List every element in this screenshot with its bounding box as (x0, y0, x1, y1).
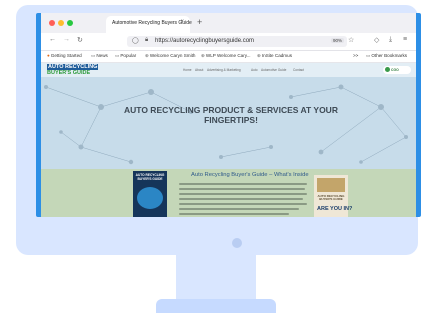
globe-icon: ⊕ (145, 53, 149, 58)
hero-banner: AUTO RECYCLING PRODUCT & SERVICES AT YOU… (41, 77, 416, 169)
monitor-frame: Automotive Recycling Buyers Guide × + ← … (16, 5, 421, 255)
shield-icon[interactable]: ◯ (132, 37, 139, 44)
book-cover-graphic (137, 187, 163, 209)
other-bookmarks[interactable]: ▭Other Bookmarks (366, 53, 407, 59)
site-logo-line2[interactable]: BUYER'S GUIDE (47, 70, 90, 76)
download-icon[interactable]: ⤓ (389, 36, 392, 44)
nav-link-about[interactable]: About (195, 68, 203, 72)
hero-title: AUTO RECYCLING PRODUCT & SERVICES AT YOU… (124, 105, 338, 125)
bookmark-news[interactable]: ▭News (91, 53, 108, 59)
web-page: AUTO RECYCLING BUYER'S GUIDE Home About … (41, 63, 416, 217)
maximize-window-button[interactable] (67, 20, 73, 26)
bookmark-insite[interactable]: ⊕InSite Cadmus (257, 53, 292, 59)
pocket-icon[interactable]: ◇ (374, 36, 379, 44)
site-header: AUTO RECYCLING BUYER'S GUIDE Home About … (41, 63, 416, 77)
nav-link-guide[interactable]: Automotive Guide (261, 68, 286, 72)
url-text: https://autorecyclingbuyersguide.com (155, 38, 255, 44)
monitor-stand-neck (176, 255, 256, 299)
buyers-guide-cover-image[interactable]: AUTO RECYCLING BUYER'S GUIDE (133, 171, 167, 217)
bookmark-welcome-caryn[interactable]: ⊕Welcome Caryn Smith (145, 53, 195, 59)
folder-icon: ▭ (115, 53, 120, 58)
paragraph-text (179, 183, 307, 185)
browser-window: Automotive Recycling Buyers Guide × + ← … (41, 13, 416, 217)
paragraph-text (179, 203, 307, 205)
zoom-level[interactable]: 90% (331, 38, 345, 43)
paragraph-text (179, 213, 289, 215)
nav-link-contact[interactable]: Contact (293, 68, 304, 72)
monitor-stand-base (156, 299, 276, 313)
monitor-power-dot (232, 238, 242, 248)
nav-link-home[interactable]: Home (183, 68, 192, 72)
forward-arrow-icon[interactable]: → (63, 36, 70, 43)
tab-active[interactable]: Automotive Recycling Buyers Guide × (106, 16, 192, 33)
back-arrow-icon[interactable]: ← (49, 36, 56, 43)
nav-link-auto[interactable]: Auto (251, 68, 258, 72)
reload-icon[interactable]: ↻ (77, 36, 83, 44)
promo-card-cta: ARE YOU IN? (317, 206, 353, 212)
bookmark-overflow-button[interactable]: >> (353, 53, 358, 58)
bookmark-star-icon[interactable]: ☆ (348, 36, 354, 44)
paragraph-text (179, 188, 305, 190)
navigation-toolbar: ← → ↻ ◯ 🔒︎ https://autorecyclingbuyersgu… (41, 33, 416, 51)
buyers-guide-section: AUTO RECYCLING BUYER'S GUIDE Auto Recycl… (41, 169, 416, 217)
promo-card-image (317, 178, 345, 192)
globe-icon: ⊕ (257, 53, 261, 58)
cgo-badge[interactable]: CGO (383, 66, 411, 74)
bookmark-getting-started[interactable]: ●Getting Started (47, 53, 82, 58)
are-you-in-promo-card[interactable]: AUTO RECYCLING BUYER'S GUIDE ARE YOU IN? (314, 175, 352, 217)
close-window-button[interactable] (49, 20, 55, 26)
firefox-icon: ● (47, 53, 50, 58)
minimize-window-button[interactable] (58, 20, 64, 26)
folder-icon: ▭ (366, 53, 371, 58)
bookmark-wlp[interactable]: ⊕WLP Welcome Cary... (201, 53, 251, 59)
section-heading: Auto Recycling Buyer's Guide – What's In… (191, 172, 309, 178)
globe-icon: ⊕ (201, 53, 205, 58)
book-cover-title: AUTO RECYCLING BUYER'S GUIDE (135, 173, 165, 181)
monitor-screen: Automotive Recycling Buyers Guide × + ← … (36, 13, 421, 217)
address-bar[interactable]: ◯ 🔒︎ https://autorecyclingbuyersguide.co… (127, 36, 347, 47)
bookmark-popular[interactable]: ▭Popular (115, 53, 136, 59)
badge-logo-icon (385, 67, 390, 72)
paragraph-text (179, 208, 299, 210)
promo-card-subtitle: AUTO RECYCLING BUYER'S GUIDE (317, 194, 345, 202)
tab-close-icon[interactable]: × (180, 19, 184, 25)
new-tab-button[interactable]: + (197, 17, 202, 27)
paragraph-text (179, 198, 303, 200)
lock-icon[interactable]: 🔒︎ (145, 37, 148, 44)
folder-icon: ▭ (91, 53, 96, 58)
badge-text: CGO (391, 68, 399, 72)
bookmarks-bar: ●Getting Started ▭News ▭Popular ⊕Welcome… (41, 51, 416, 63)
menu-icon[interactable]: ≡ (403, 36, 407, 43)
tab-bar: Automotive Recycling Buyers Guide × + (41, 13, 416, 33)
nav-link-advertising[interactable]: Advertising & Marketing (207, 68, 241, 72)
paragraph-text (179, 193, 307, 195)
